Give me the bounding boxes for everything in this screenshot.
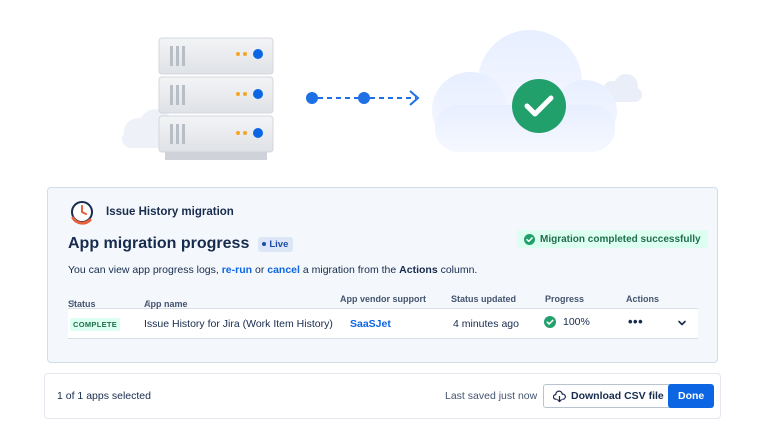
header-actions: Actions bbox=[626, 294, 660, 304]
clock-history-icon bbox=[71, 201, 93, 225]
download-csv-button[interactable]: Download CSV file bbox=[543, 384, 674, 408]
app-name-cell: Issue History for Jira (Work Item Histor… bbox=[144, 318, 333, 330]
description: You can view app progress logs, re-run o… bbox=[68, 264, 477, 276]
migration-illustration bbox=[122, 30, 642, 160]
cancel-link[interactable]: cancel bbox=[267, 264, 300, 276]
table-row: COMPLETE Issue History for Jira (Work It… bbox=[68, 309, 698, 339]
success-check-icon bbox=[524, 233, 535, 245]
progress-value: 100% bbox=[563, 316, 590, 328]
vendor-link[interactable]: SaaSJet bbox=[350, 318, 391, 330]
cloud-download-icon bbox=[553, 390, 566, 402]
status-updated-cell: 4 minutes ago bbox=[453, 318, 519, 330]
live-badge: Live bbox=[258, 236, 294, 252]
done-button[interactable]: Done bbox=[668, 384, 715, 408]
last-saved-text: Last saved just now bbox=[445, 390, 538, 402]
chevron-down-icon[interactable] bbox=[677, 318, 687, 328]
more-actions-button[interactable]: ••• bbox=[628, 314, 643, 329]
status-lozenge: COMPLETE bbox=[70, 318, 121, 331]
sort-icon: ⇕ bbox=[146, 300, 152, 307]
live-badge-label: Live bbox=[269, 238, 289, 250]
live-dot-icon bbox=[262, 242, 267, 246]
header-vendor-support: App vendor support bbox=[340, 294, 426, 304]
rerun-link[interactable]: re-run bbox=[222, 264, 252, 276]
server-rack-icon bbox=[158, 37, 274, 160]
table-header: Status ⇕ App name ⇕ App vendor support Sta… bbox=[68, 289, 698, 309]
actions-bold: Actions bbox=[399, 264, 438, 276]
dashed-arrow-icon bbox=[306, 90, 420, 106]
selection-count: 1 of 1 apps selected bbox=[57, 390, 151, 402]
description-suffix-pre: a migration from the bbox=[299, 264, 400, 276]
description-prefix: You can view app progress logs, bbox=[68, 264, 222, 276]
sort-icon: ⇕ bbox=[70, 300, 76, 307]
description-suffix: column. bbox=[437, 264, 478, 276]
success-banner-text: Migration completed successfully bbox=[540, 233, 701, 245]
migration-panel: Issue History migration App migration pr… bbox=[47, 187, 718, 363]
progress-cell: 100% bbox=[544, 316, 590, 328]
app-title: Issue History migration bbox=[106, 206, 234, 218]
check-circle-icon bbox=[512, 79, 566, 133]
footer-bar: 1 of 1 apps selected Last saved just now… bbox=[44, 373, 721, 419]
header-progress: Progress bbox=[545, 294, 585, 304]
panel-header: Issue History migration bbox=[68, 198, 234, 226]
apps-table: Status ⇕ App name ⇕ App vendor support Sta… bbox=[68, 289, 698, 339]
download-csv-label: Download CSV file bbox=[571, 390, 664, 402]
success-banner: Migration completed successfully bbox=[517, 230, 708, 248]
progress-check-icon bbox=[544, 316, 556, 328]
page-title: App migration progress bbox=[68, 235, 250, 252]
header-status-updated: Status updated bbox=[451, 294, 517, 304]
description-middle: or bbox=[252, 264, 268, 276]
title-row: App migration progress Live bbox=[68, 235, 294, 253]
